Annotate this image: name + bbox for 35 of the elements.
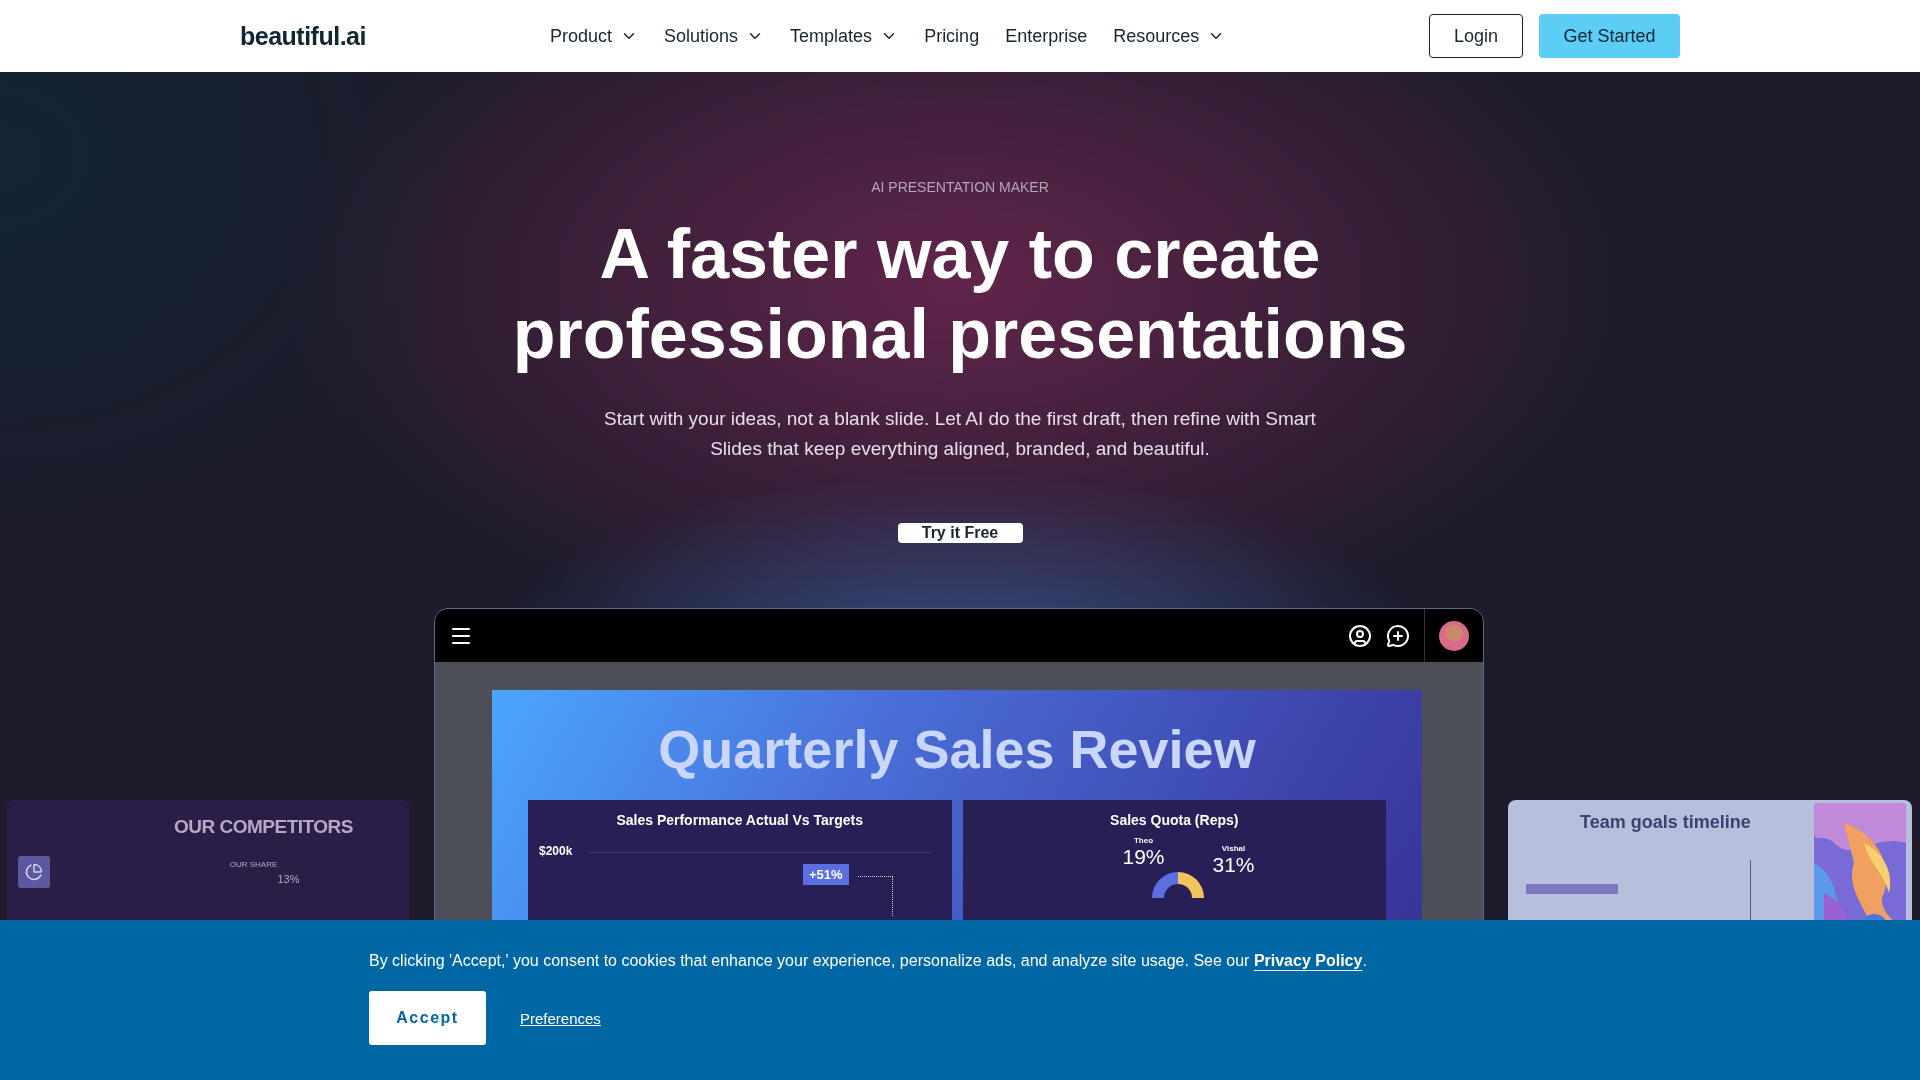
chart-value: 13% bbox=[277, 873, 300, 885]
avatar[interactable] bbox=[1439, 620, 1469, 651]
slide-title: Team goals timeline bbox=[1580, 812, 1751, 834]
nav-link[interactable]: Pricing bbox=[924, 25, 980, 47]
preferences-link[interactable]: Preferences bbox=[520, 1009, 601, 1027]
headline: A faster way to create professional presentations bbox=[512, 214, 1408, 374]
add-comment-icon[interactable] bbox=[1386, 623, 1410, 648]
chart-title: Sales Quota (Reps) bbox=[1110, 812, 1239, 828]
rep-percent: 19% bbox=[1122, 845, 1165, 869]
logo[interactable]: beautiful.ai bbox=[240, 21, 366, 51]
eyebrow-text: AI PRESENTATION MAKER bbox=[871, 178, 1049, 196]
nav-link[interactable]: Solutions bbox=[664, 25, 765, 47]
rep-name: Vishal bbox=[1221, 844, 1246, 853]
axis-label: $200k bbox=[539, 844, 573, 858]
change-badge: +51% bbox=[803, 864, 849, 885]
target-line bbox=[858, 876, 893, 916]
get-started-button[interactable]: Get Started bbox=[1539, 14, 1680, 58]
nav-link[interactable]: Product bbox=[549, 25, 638, 47]
chart-label: OUR SHARE bbox=[229, 860, 278, 869]
slide-title: OUR COMPETITORS bbox=[174, 816, 353, 838]
try-free-button[interactable]: Try it Free bbox=[897, 523, 1023, 543]
privacy-policy-link[interactable]: Privacy Policy bbox=[1253, 952, 1363, 969]
accept-button[interactable]: Accept bbox=[369, 991, 486, 1045]
cookie-text: By clicking 'Accept,' you consent to cookies that enhance your experience, personalize ads, and analyze site usage. See our Privacy Policy. bbox=[369, 952, 1368, 970]
nav-link[interactable]: Resources bbox=[1113, 25, 1226, 47]
pie-chart-icon bbox=[18, 856, 50, 888]
rep-name: Theo bbox=[1133, 836, 1154, 845]
user-icon[interactable] bbox=[1348, 623, 1372, 648]
nav-link[interactable]: Enterprise bbox=[1005, 25, 1088, 47]
rep-percent: 31% bbox=[1212, 853, 1255, 877]
nav-link[interactable]: Templates bbox=[790, 25, 899, 47]
hero-subtitle: Start with your ideas, not a blank slide. Let AI do the first draft, then refine with Smart Slides that keep everything aligned, branded, and beautiful. bbox=[603, 407, 1317, 461]
slide-title: Quarterly Sales Review bbox=[658, 718, 1256, 780]
login-button[interactable]: Login bbox=[1429, 14, 1523, 58]
chart-title: Sales Performance Actual Vs Targets bbox=[616, 812, 864, 828]
